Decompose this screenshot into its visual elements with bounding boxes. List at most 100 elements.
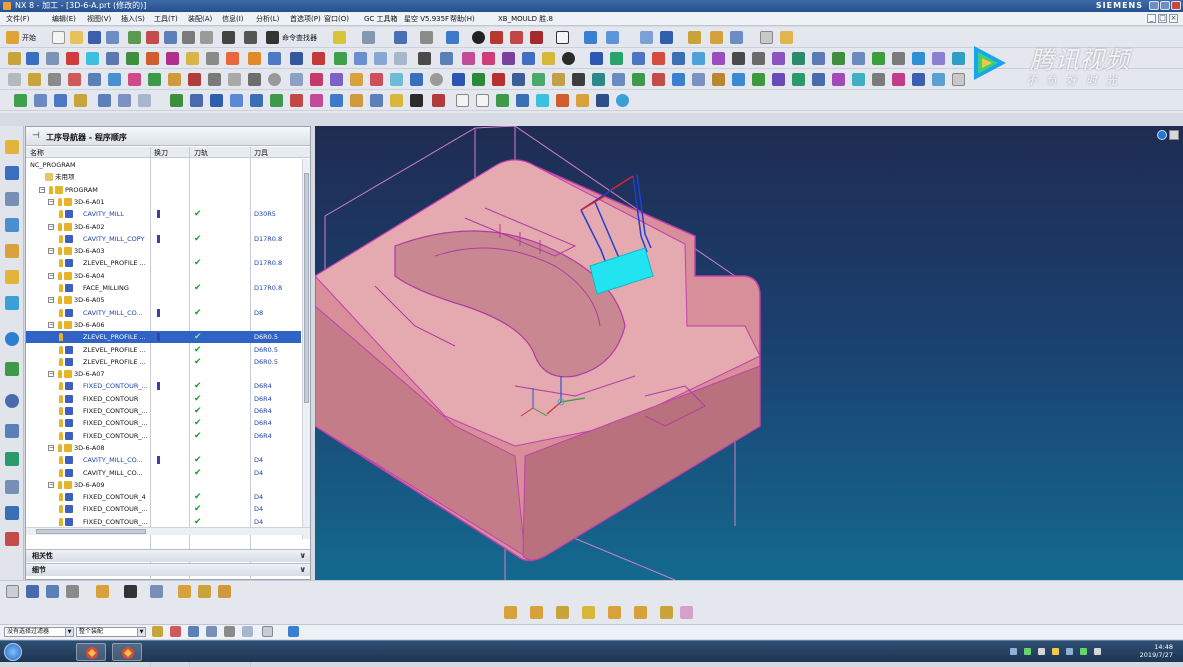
window-icon[interactable] [98,94,111,107]
transform-object-icon[interactable] [462,52,475,65]
refresh-icon[interactable] [616,94,629,107]
display-object-icon[interactable] [440,52,453,65]
thread-mill-icon[interactable] [932,52,945,65]
taskbar-clock[interactable]: 14:48 2019/7/27 [1140,643,1173,659]
mill-multi-axis-icon[interactable] [772,52,785,65]
nc-list-icon[interactable] [712,52,725,65]
pan-icon[interactable] [96,585,109,598]
tree-row[interactable]: − 3D-6-A03 [26,245,301,257]
pattern-icon[interactable] [512,73,525,86]
paste-object-icon[interactable] [394,52,407,65]
dependencies-panel[interactable]: 相关性 ∨ [26,549,310,562]
select-arrow-icon[interactable] [6,585,19,598]
move-layer-icon[interactable] [606,31,619,44]
menu-assembly[interactable]: 信息(I) [222,14,244,24]
menu-xingkong[interactable]: 帮助(H) [450,14,475,24]
part-model-3d[interactable] [315,126,1183,580]
measure-icon[interactable] [688,31,701,44]
postprocess-icon[interactable] [268,52,281,65]
tree-row[interactable]: ZLEVEL_PROFILE ... ✔ D6R0.5 [26,331,301,344]
tree-row[interactable]: − 3D-6-A06 [26,319,301,331]
tray-usb-icon[interactable] [1094,648,1101,655]
mill-planar-icon[interactable] [732,52,745,65]
n-sided-icon[interactable] [832,73,845,86]
teamcenter-tab-icon[interactable] [5,506,19,520]
circle-icon[interactable] [268,73,281,86]
menu-insert[interactable]: 插入(S) [121,14,145,24]
create-geometry-icon[interactable] [46,52,59,65]
operation-navigator-tab-icon[interactable] [5,140,19,154]
replay-toolpath-icon[interactable] [206,52,219,65]
view-left-icon[interactable] [680,606,693,619]
wireframe-icon[interactable] [8,73,21,86]
column-header-name[interactable]: 名称 [30,148,44,158]
curve-network-icon[interactable] [732,73,745,86]
doc-close-button[interactable]: × [1169,14,1178,23]
edge-blend-icon[interactable] [34,94,47,107]
display-pathline-icon[interactable] [542,52,555,65]
sew-icon[interactable] [410,73,423,86]
mass-icon[interactable] [350,94,363,107]
trim-sheet-icon[interactable] [872,73,885,86]
command-finder-icon[interactable] [266,31,279,44]
edit-object-icon[interactable] [334,52,347,65]
selection-filter-dropdown[interactable]: 没有选择过滤器 ▼ [4,627,74,637]
simulate-machine-icon[interactable] [248,52,261,65]
doc-restore-button[interactable]: □ [1158,14,1167,23]
tree-row[interactable]: FIXED_CONTOUR ✔ D6R4 [26,393,301,405]
chevron-down-icon[interactable]: ▼ [65,628,73,636]
assembly-scope-dropdown[interactable]: 整个装配 ▼ [76,627,146,637]
unite-icon[interactable] [572,73,585,86]
generate-toolpath-icon[interactable] [186,52,199,65]
radius-icon[interactable] [330,94,343,107]
ipw-icon[interactable] [590,52,603,65]
menu-help[interactable]: XB_MOULD 胜.8 [498,14,553,24]
menu-edit[interactable]: 编辑(E) [52,14,76,24]
snap-quadrant-icon[interactable] [206,626,217,637]
face-analysis-icon[interactable] [510,31,523,44]
tree-row[interactable]: − 3D-6-A04 [26,270,301,282]
chamfer-icon[interactable] [370,73,383,86]
blank-icon[interactable] [88,73,101,86]
minimize-button[interactable] [1149,1,1159,10]
expand-toggle-icon[interactable]: − [48,272,54,279]
expand-toggle-icon[interactable]: − [48,198,54,205]
hole-making-icon[interactable] [812,52,825,65]
create-tool-icon[interactable] [26,52,39,65]
tree-row[interactable]: FIXED_CONTOUR_... ✔ D6R4 [26,380,301,392]
undo-list-icon[interactable] [128,31,141,44]
snap-existing-icon[interactable] [242,626,253,637]
tree-row[interactable]: − PROGRAM [26,184,301,196]
crosshair-icon[interactable] [124,585,137,598]
expand-toggle-icon[interactable]: − [48,371,54,378]
delete-face-icon[interactable] [652,73,665,86]
rotate-icon[interactable] [230,94,243,107]
layer-settings-icon[interactable] [28,73,41,86]
clearance-icon[interactable] [672,52,685,65]
tree-row[interactable]: − 3D-6-A09 [26,479,301,491]
doc-minimize-button[interactable]: _ [1147,14,1156,23]
tree-row[interactable]: CAVITY_MILL ✔ D30R5 [26,208,301,220]
verify-toolpath-icon[interactable] [226,52,239,65]
arc-icon[interactable] [228,73,241,86]
annotation-icon[interactable] [952,73,965,86]
paste-icon[interactable] [182,31,195,44]
view-bottom-icon[interactable] [660,606,673,619]
ruled-icon[interactable] [772,73,785,86]
soft-blend-icon[interactable] [74,94,87,107]
navigator-horizontal-scrollbar[interactable] [26,527,310,535]
view-front-icon[interactable] [504,606,517,619]
taskbar-app-nx-icon[interactable] [76,643,106,661]
mirror-icon[interactable] [492,73,505,86]
tree-row[interactable]: FIXED_CONTOUR_... ✔ D4 [26,503,301,515]
method-view-icon[interactable] [166,52,179,65]
tree-row[interactable]: ZLEVEL_PROFILE ... ✔ D6R0.5 [26,344,301,356]
pin-icon[interactable]: ⊣ [32,131,40,141]
menu-info[interactable]: 分析(L) [256,14,279,24]
tree-row[interactable]: CAVITY_MILL_CO... ✔ D4 [26,467,301,479]
trim-boundary-icon[interactable] [128,73,141,86]
dimension-icon[interactable] [556,94,569,107]
windows-start-button[interactable] [4,643,22,661]
view-right-icon[interactable] [556,606,569,619]
create-program-icon[interactable] [8,52,21,65]
